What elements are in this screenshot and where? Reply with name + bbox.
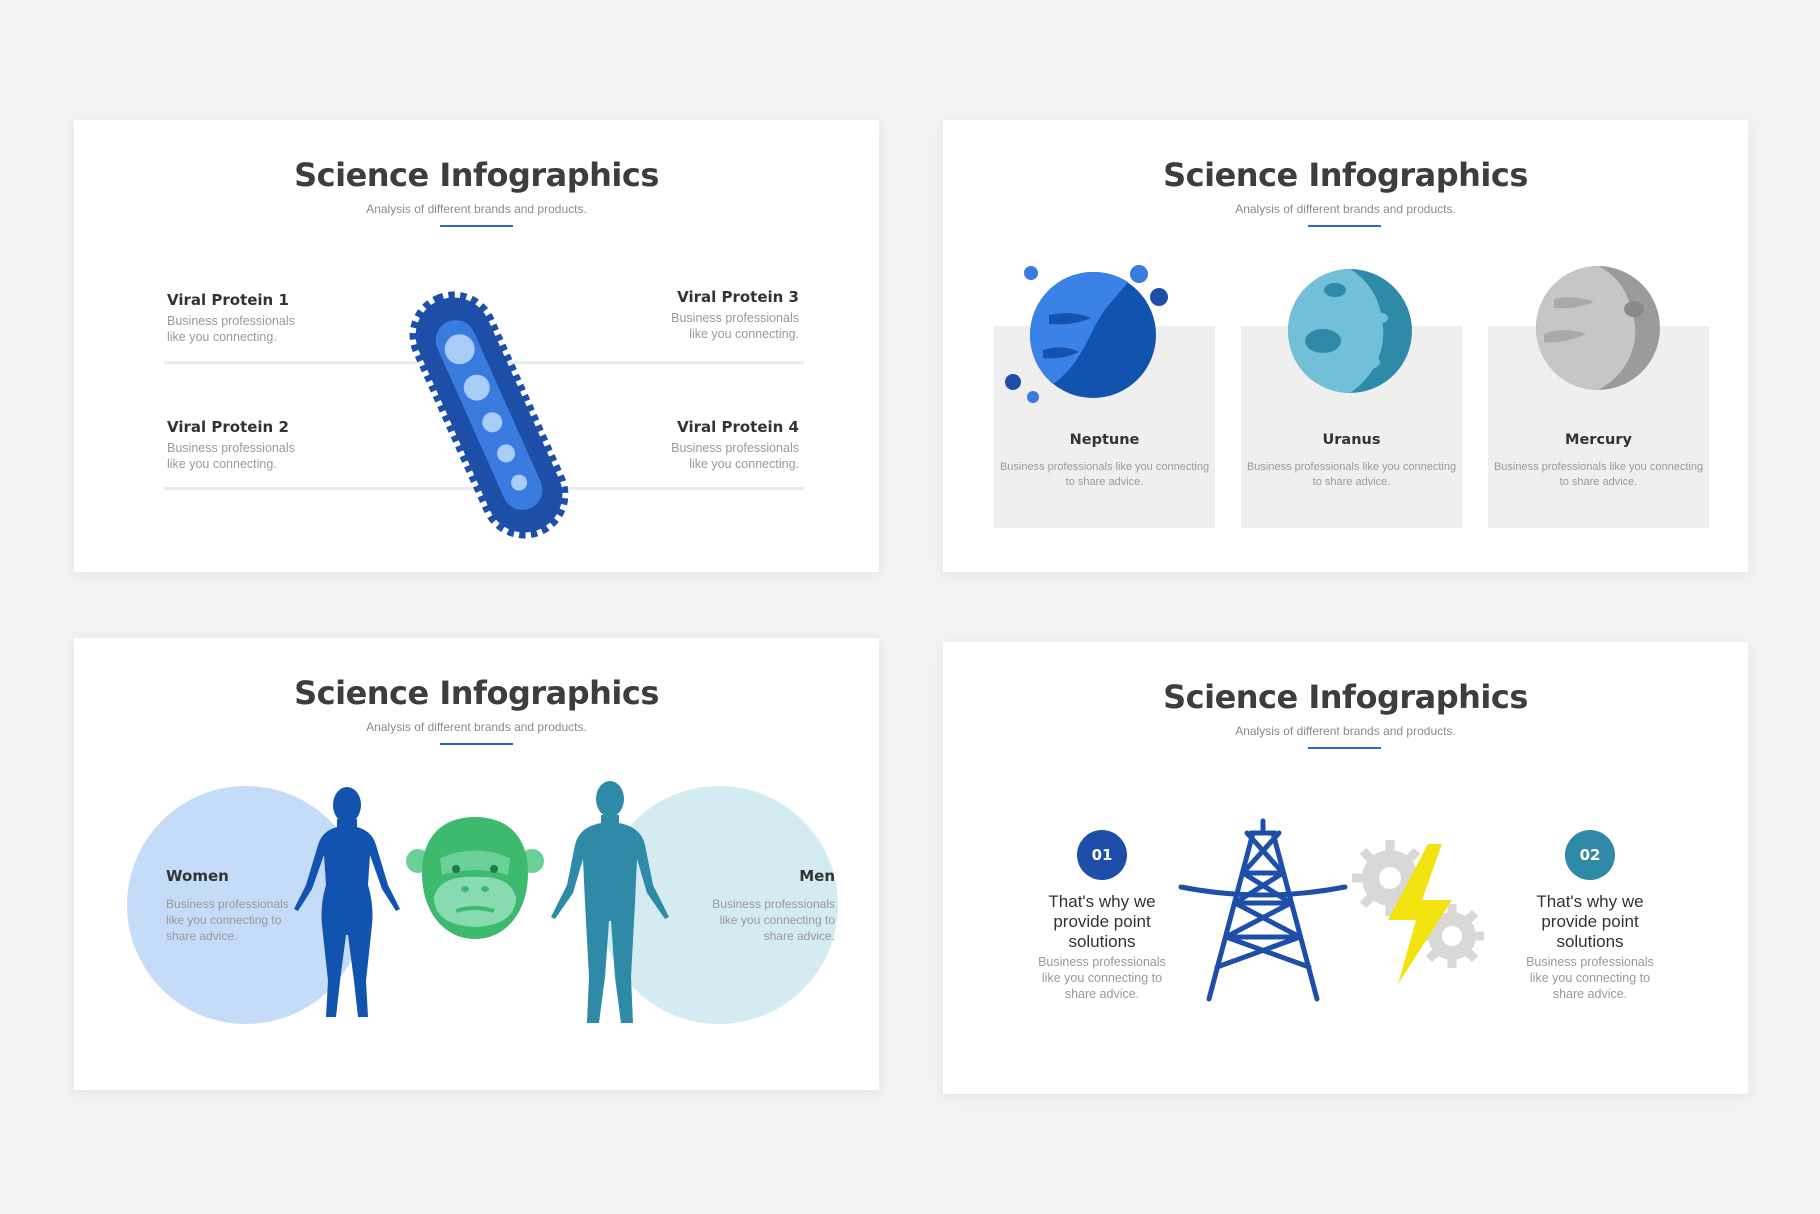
slide-viral-proteins: Science Infographics Analysis of differe… [74, 120, 879, 572]
slide-subtitle: Analysis of different brands and product… [1235, 724, 1456, 738]
planet-desc: Business professionals like you connecti… [1493, 461, 1704, 488]
slide-evolution: Science Infographics Analysis of differe… [74, 638, 879, 1090]
slide-subtitle: Analysis of different brands and product… [366, 720, 587, 734]
viral-protein-4-desc: Business professionals like you connecti… [671, 441, 799, 471]
uranus-icon [1288, 269, 1412, 393]
step-02-heading: That's why we provide point solutions [1536, 892, 1644, 951]
viral-protein-2-label: Viral Protein 2 [167, 418, 289, 436]
slide-title: Science Infographics [1163, 678, 1528, 716]
men-desc: Business professionals like you connecti… [712, 897, 835, 943]
step-01-heading: That's why we provide point solutions [1048, 892, 1156, 951]
title-underline [1308, 747, 1381, 749]
men-label: Men [799, 867, 835, 885]
woman-silhouette-icon [294, 787, 400, 1017]
planet-label: Neptune [1069, 432, 1140, 448]
step-02-desc: Business professionals like you connecti… [1526, 955, 1654, 1001]
planet-desc: Business professionals like you connecti… [999, 461, 1210, 488]
step-01-desc: Business professionals like you connecti… [1038, 955, 1166, 1001]
title-underline [1308, 225, 1381, 227]
viral-protein-2-desc: Business professionals like you connecti… [167, 441, 295, 471]
viral-protein-1-label: Viral Protein 1 [167, 291, 289, 309]
slide-subtitle: Analysis of different brands and product… [1235, 202, 1456, 216]
planet-label: Mercury [1565, 432, 1632, 448]
slide-energy: Science Infographics Analysis of differe… [943, 642, 1748, 1094]
slide-subtitle: Analysis of different brands and product… [366, 202, 587, 216]
planet-desc: Business professionals like you connecti… [1246, 461, 1457, 488]
ape-face-icon [406, 817, 544, 939]
slide-title: Science Infographics [294, 156, 659, 194]
viral-protein-1-desc: Business professionals like you connecti… [167, 314, 295, 344]
viral-protein-4-label: Viral Protein 4 [677, 418, 799, 436]
slide-title: Science Infographics [294, 674, 659, 712]
power-tower-icon [1178, 818, 1348, 1002]
viral-protein-3-label: Viral Protein 3 [677, 288, 799, 306]
planet-label: Uranus [1322, 432, 1381, 448]
women-desc: Business professionals like you connecti… [166, 897, 289, 943]
step-01-badge: 01 [1077, 830, 1127, 880]
lightning-gears-icon [1352, 840, 1484, 984]
step-02-badge: 02 [1565, 830, 1615, 880]
neptune-icon [1005, 265, 1168, 403]
viral-protein-3-desc: Business professionals like you connecti… [671, 311, 799, 341]
slide-title: Science Infographics [1163, 156, 1528, 194]
title-underline [440, 225, 513, 227]
slide-planets: Science Infographics Analysis of differe… [943, 120, 1748, 572]
title-underline [440, 743, 513, 745]
virus-icon [409, 291, 569, 539]
mercury-icon [1536, 266, 1660, 390]
women-label: Women [166, 867, 229, 885]
man-silhouette-icon [551, 781, 669, 1023]
